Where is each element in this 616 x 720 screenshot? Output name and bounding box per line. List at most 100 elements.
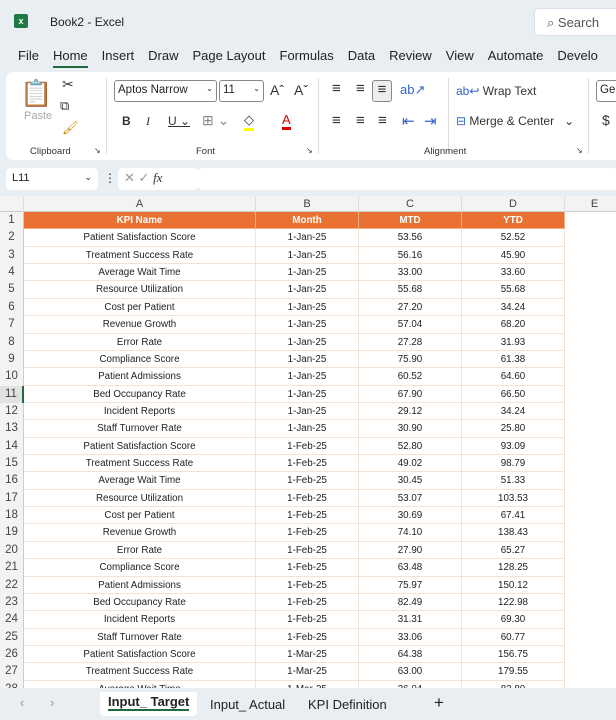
- cell-d[interactable]: 98.79: [462, 455, 565, 473]
- cell-a[interactable]: Resource Utilization: [24, 489, 256, 508]
- cell-a[interactable]: Compliance Score: [24, 559, 256, 577]
- row-header[interactable]: 4: [0, 264, 24, 282]
- cell-b[interactable]: 1-Feb-25: [256, 576, 359, 594]
- row-header[interactable]: 3: [0, 246, 24, 265]
- menu-tab-review[interactable]: Review: [389, 48, 432, 68]
- name-box[interactable]: L11 ⌄: [6, 168, 98, 190]
- cell-c[interactable]: 82.49: [359, 593, 462, 612]
- clipboard-launcher-icon[interactable]: ↘: [94, 146, 101, 155]
- cell-d[interactable]: 66.50: [462, 385, 565, 403]
- cell-a[interactable]: Average Wait Time: [24, 472, 256, 490]
- cell-c[interactable]: 52.80: [359, 437, 462, 456]
- prev-sheet-icon[interactable]: ‹: [20, 695, 24, 710]
- cell-b[interactable]: 1-Feb-25: [256, 489, 359, 508]
- formula-input[interactable]: [198, 168, 616, 190]
- alignment-launcher-icon[interactable]: ↘: [576, 146, 583, 155]
- add-sheet-button[interactable]: +: [434, 693, 444, 713]
- column-header-e[interactable]: E: [565, 196, 616, 212]
- align-middle-icon[interactable]: ≡: [356, 80, 365, 97]
- sheet-tab-input-target[interactable]: Input_ Target: [100, 692, 198, 716]
- row-header[interactable]: 16: [0, 472, 24, 490]
- cell-a[interactable]: Patient Satisfaction Score: [24, 437, 256, 456]
- row-header[interactable]: 27: [0, 663, 24, 681]
- cell-b[interactable]: 1-Mar-25: [256, 663, 359, 681]
- cell-b[interactable]: 1-Feb-25: [256, 507, 359, 525]
- cell-d[interactable]: 83.80: [462, 680, 565, 688]
- cell-a[interactable]: Bed Occupancy Rate: [24, 593, 256, 612]
- row-header[interactable]: 15: [0, 455, 24, 473]
- header-cell-c[interactable]: MTD: [359, 212, 462, 230]
- cell-d[interactable]: 61.38: [462, 350, 565, 369]
- cell-c[interactable]: 67.90: [359, 385, 462, 403]
- align-center-icon[interactable]: ≡: [356, 112, 365, 129]
- menu-tab-develo[interactable]: Develo: [557, 48, 597, 68]
- cell-c[interactable]: 75.90: [359, 350, 462, 369]
- format-painter-icon[interactable]: 🖌: [62, 120, 79, 136]
- cell-d[interactable]: 34.24: [462, 402, 565, 421]
- cell-d[interactable]: 69.30: [462, 611, 565, 629]
- cell-b[interactable]: 1-Feb-25: [256, 455, 359, 473]
- cell-c[interactable]: 27.20: [359, 298, 462, 317]
- row-header[interactable]: 22: [0, 576, 24, 594]
- cell-a[interactable]: Treatment Success Rate: [24, 663, 256, 681]
- cell-d[interactable]: 156.75: [462, 646, 565, 664]
- cut-icon[interactable]: ✂: [62, 76, 74, 93]
- sheet-tab-kpi-definition[interactable]: KPI Definition: [300, 695, 395, 719]
- cell-c[interactable]: 30.90: [359, 420, 462, 438]
- column-header-a[interactable]: A: [24, 196, 256, 212]
- underline-icon[interactable]: U ⌄: [168, 114, 190, 128]
- wrap-text-button[interactable]: ab↩ Wrap Text: [456, 84, 536, 98]
- cell-a[interactable]: Cost per Patient: [24, 507, 256, 525]
- next-sheet-icon[interactable]: ›: [50, 695, 54, 710]
- cell-a[interactable]: Patient Satisfaction Score: [24, 646, 256, 664]
- cell-c[interactable]: 30.45: [359, 472, 462, 490]
- font-size-select[interactable]: 11 ⌄: [219, 80, 264, 102]
- menu-tab-home[interactable]: Home: [52, 48, 88, 68]
- paste-icon[interactable]: 📋: [20, 78, 52, 109]
- cell-c[interactable]: 29.12: [359, 402, 462, 421]
- cell-b[interactable]: 1-Jan-25: [256, 264, 359, 282]
- row-header[interactable]: 20: [0, 541, 24, 560]
- cell-b[interactable]: 1-Feb-25: [256, 559, 359, 577]
- row-header[interactable]: 13: [0, 420, 24, 438]
- align-top-icon[interactable]: ≡: [332, 80, 341, 97]
- cell-d[interactable]: 179.55: [462, 663, 565, 681]
- row-header[interactable]: 1: [0, 212, 24, 230]
- copy-icon[interactable]: ⧉: [60, 98, 69, 114]
- menu-tab-file[interactable]: File: [18, 48, 39, 68]
- row-header[interactable]: 12: [0, 402, 24, 421]
- cell-a[interactable]: Average Wait Time: [24, 680, 256, 688]
- cell-b[interactable]: 1-Feb-25: [256, 628, 359, 646]
- cell-d[interactable]: 51.33: [462, 472, 565, 490]
- cell-d[interactable]: 150.12: [462, 576, 565, 594]
- cell-b[interactable]: 1-Feb-25: [256, 437, 359, 456]
- align-left-icon[interactable]: ≡: [332, 112, 341, 129]
- cell-c[interactable]: 53.56: [359, 229, 462, 247]
- menu-tab-insert[interactable]: Insert: [102, 48, 135, 68]
- cell-b[interactable]: 1-Feb-25: [256, 524, 359, 542]
- cell-d[interactable]: 25.80: [462, 420, 565, 438]
- cell-b[interactable]: 1-Jan-25: [256, 333, 359, 351]
- cell-c[interactable]: 63.00: [359, 663, 462, 681]
- cell-b[interactable]: 1-Jan-25: [256, 368, 359, 386]
- cell-c[interactable]: 27.90: [359, 541, 462, 560]
- cell-a[interactable]: Patient Admissions: [24, 368, 256, 386]
- italic-icon[interactable]: I: [146, 114, 150, 129]
- header-cell-b[interactable]: Month: [256, 212, 359, 230]
- cell-d[interactable]: 138.43: [462, 524, 565, 542]
- cell-a[interactable]: Bed Occupancy Rate: [24, 385, 256, 403]
- cell-c[interactable]: 27.28: [359, 333, 462, 351]
- cell-b[interactable]: 1-Feb-25: [256, 472, 359, 490]
- font-launcher-icon[interactable]: ↘: [306, 146, 313, 155]
- borders-icon[interactable]: ⊞ ⌄: [202, 112, 229, 129]
- fill-color-icon[interactable]: ◇: [244, 112, 254, 131]
- cell-c[interactable]: 74.10: [359, 524, 462, 542]
- cell-a[interactable]: Treatment Success Rate: [24, 246, 256, 265]
- cell-b[interactable]: 1-Mar-25: [256, 646, 359, 664]
- cell-d[interactable]: 103.53: [462, 489, 565, 508]
- cell-b[interactable]: 1-Jan-25: [256, 246, 359, 265]
- cell-d[interactable]: 67.41: [462, 507, 565, 525]
- cell-b[interactable]: 1-Feb-25: [256, 541, 359, 560]
- cell-d[interactable]: 52.52: [462, 229, 565, 247]
- paste-button[interactable]: Paste: [24, 110, 52, 122]
